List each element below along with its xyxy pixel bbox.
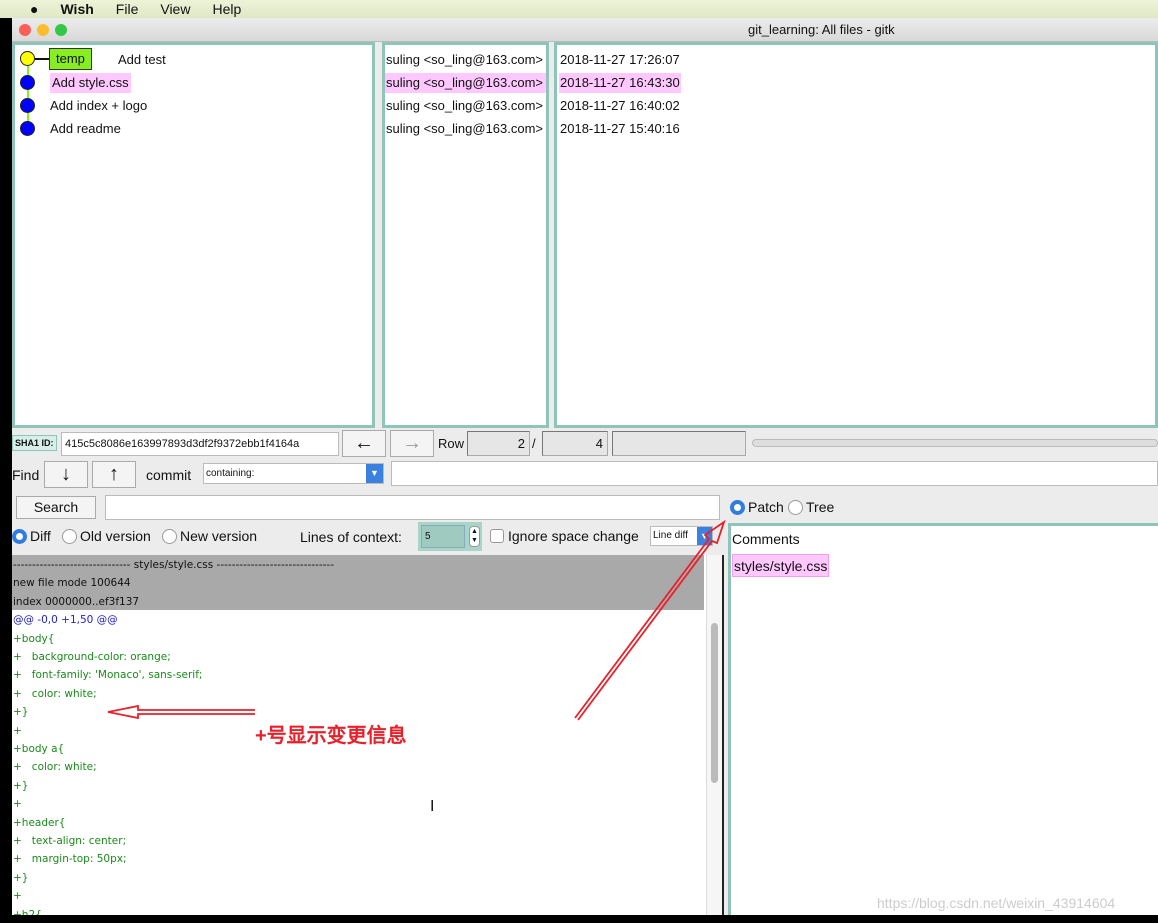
up-arrow-icon xyxy=(574,519,726,721)
menu-app[interactable]: Wish xyxy=(60,1,93,17)
annotation-text: +号显示变更信息 xyxy=(255,725,407,747)
window-title: git_learning: All files - gitk xyxy=(748,22,895,37)
menu-view[interactable]: View xyxy=(160,1,190,17)
annotation-arrows xyxy=(107,519,726,721)
zoom-button[interactable] xyxy=(55,24,67,36)
menu-file[interactable]: File xyxy=(116,1,139,17)
title-bar: git_learning: All files - gitk xyxy=(12,18,1158,42)
text-cursor-icon: I xyxy=(430,798,435,815)
close-button[interactable] xyxy=(19,24,31,36)
menu-help[interactable]: Help xyxy=(212,1,241,17)
menu-bar: ● Wish File View Help xyxy=(0,0,1158,18)
gitk-window: temp Add test Add style.css Add index + … xyxy=(12,42,1158,915)
left-arrow-icon xyxy=(107,704,255,720)
apple-icon[interactable]: ● xyxy=(30,1,38,17)
minimize-button[interactable] xyxy=(37,24,49,36)
watermark: https://blog.csdn.net/weixin_43914604 xyxy=(877,895,1116,911)
